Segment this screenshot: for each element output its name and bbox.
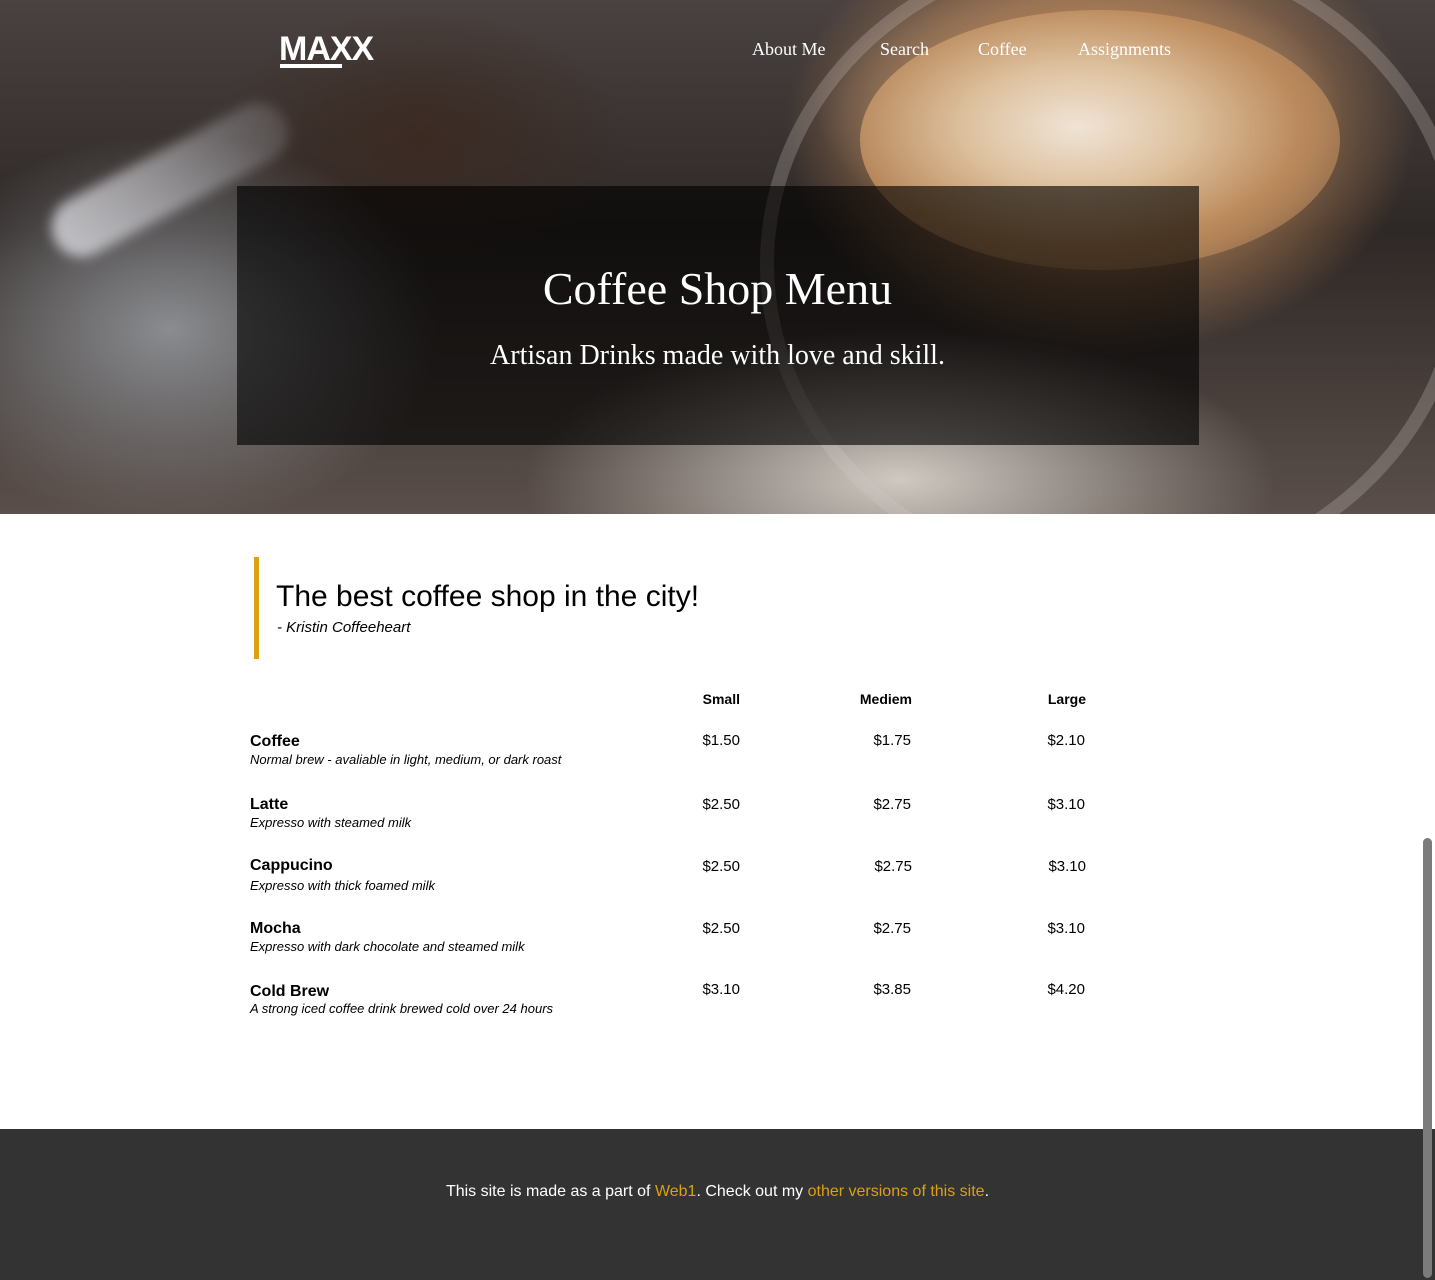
column-header-large: Large [1047, 691, 1086, 707]
price-large: $3.10 [1048, 858, 1086, 875]
menu-item-name: Latte [250, 796, 289, 813]
price-small: $3.10 [702, 981, 740, 998]
price-large: $4.20 [1047, 981, 1085, 998]
menu-item-description: Expresso with dark chocolate and steamed… [250, 939, 525, 954]
price-medium: $2.75 [874, 858, 912, 875]
footer-link-web1[interactable]: Web1 [655, 1183, 697, 1200]
menu-item-name: Mocha [250, 920, 301, 937]
footer-text-prefix: This site is made as a part of [445, 1183, 655, 1200]
quote-author: - Kristin Coffeeheart [277, 619, 411, 636]
price-large: $3.10 [1047, 796, 1085, 813]
menu-item-description: Expresso with thick foamed milk [250, 878, 435, 893]
top-navigation: MAXX About Me Search Coffee Assignments [0, 0, 1435, 100]
column-header-small: Small [702, 691, 740, 707]
site-footer: This site is made as a part of Web1. Che… [0, 1129, 1435, 1280]
footer-text-suffix: . [984, 1183, 990, 1200]
price-small: $2.50 [702, 920, 740, 937]
column-header-medium: Mediem [859, 691, 912, 707]
price-medium: $3.85 [873, 981, 911, 998]
quote-text: The best coffee shop in the city! [276, 580, 700, 613]
hero-overlay-box [237, 186, 1199, 445]
menu-item-name: Cold Brew [250, 983, 330, 1000]
quote-accent-bar [254, 557, 259, 659]
nav-link-about-me[interactable]: About Me [752, 39, 826, 60]
menu-item-description: A strong iced coffee drink brewed cold o… [250, 1001, 554, 1016]
page-scrollbar-thumb[interactable] [1423, 838, 1432, 1278]
menu-item-name: Cappucino [250, 857, 333, 874]
nav-link-assignments[interactable]: Assignments [1078, 39, 1171, 60]
footer-link-other-versions[interactable]: other versions of this site [808, 1183, 985, 1200]
price-small: $1.50 [702, 732, 740, 749]
menu-item-name: Coffee [250, 733, 300, 750]
page-subtitle: Artisan Drinks made with love and skill. [490, 340, 945, 371]
hero-banner: MAXX About Me Search Coffee Assignments … [0, 0, 1435, 514]
price-large: $3.10 [1047, 920, 1085, 937]
price-large: $2.10 [1047, 732, 1085, 749]
menu-item-description: Expresso with steamed milk [250, 815, 412, 830]
price-medium: $2.75 [873, 796, 911, 813]
nav-link-coffee[interactable]: Coffee [978, 39, 1027, 60]
footer-text-middle: . Check out my [696, 1183, 808, 1200]
page-title: Coffee Shop Menu [542, 263, 893, 314]
menu-item-description: Normal brew - avaliable in light, medium… [250, 752, 562, 767]
logo-underline [280, 64, 342, 68]
footer-text: This site is made as a part of Web1. Che… [0, 1183, 1435, 1201]
price-small: $2.50 [702, 796, 740, 813]
price-medium: $1.75 [873, 732, 911, 749]
nav-link-search[interactable]: Search [880, 39, 929, 60]
price-medium: $2.75 [873, 920, 911, 937]
price-small: $2.50 [702, 858, 740, 875]
